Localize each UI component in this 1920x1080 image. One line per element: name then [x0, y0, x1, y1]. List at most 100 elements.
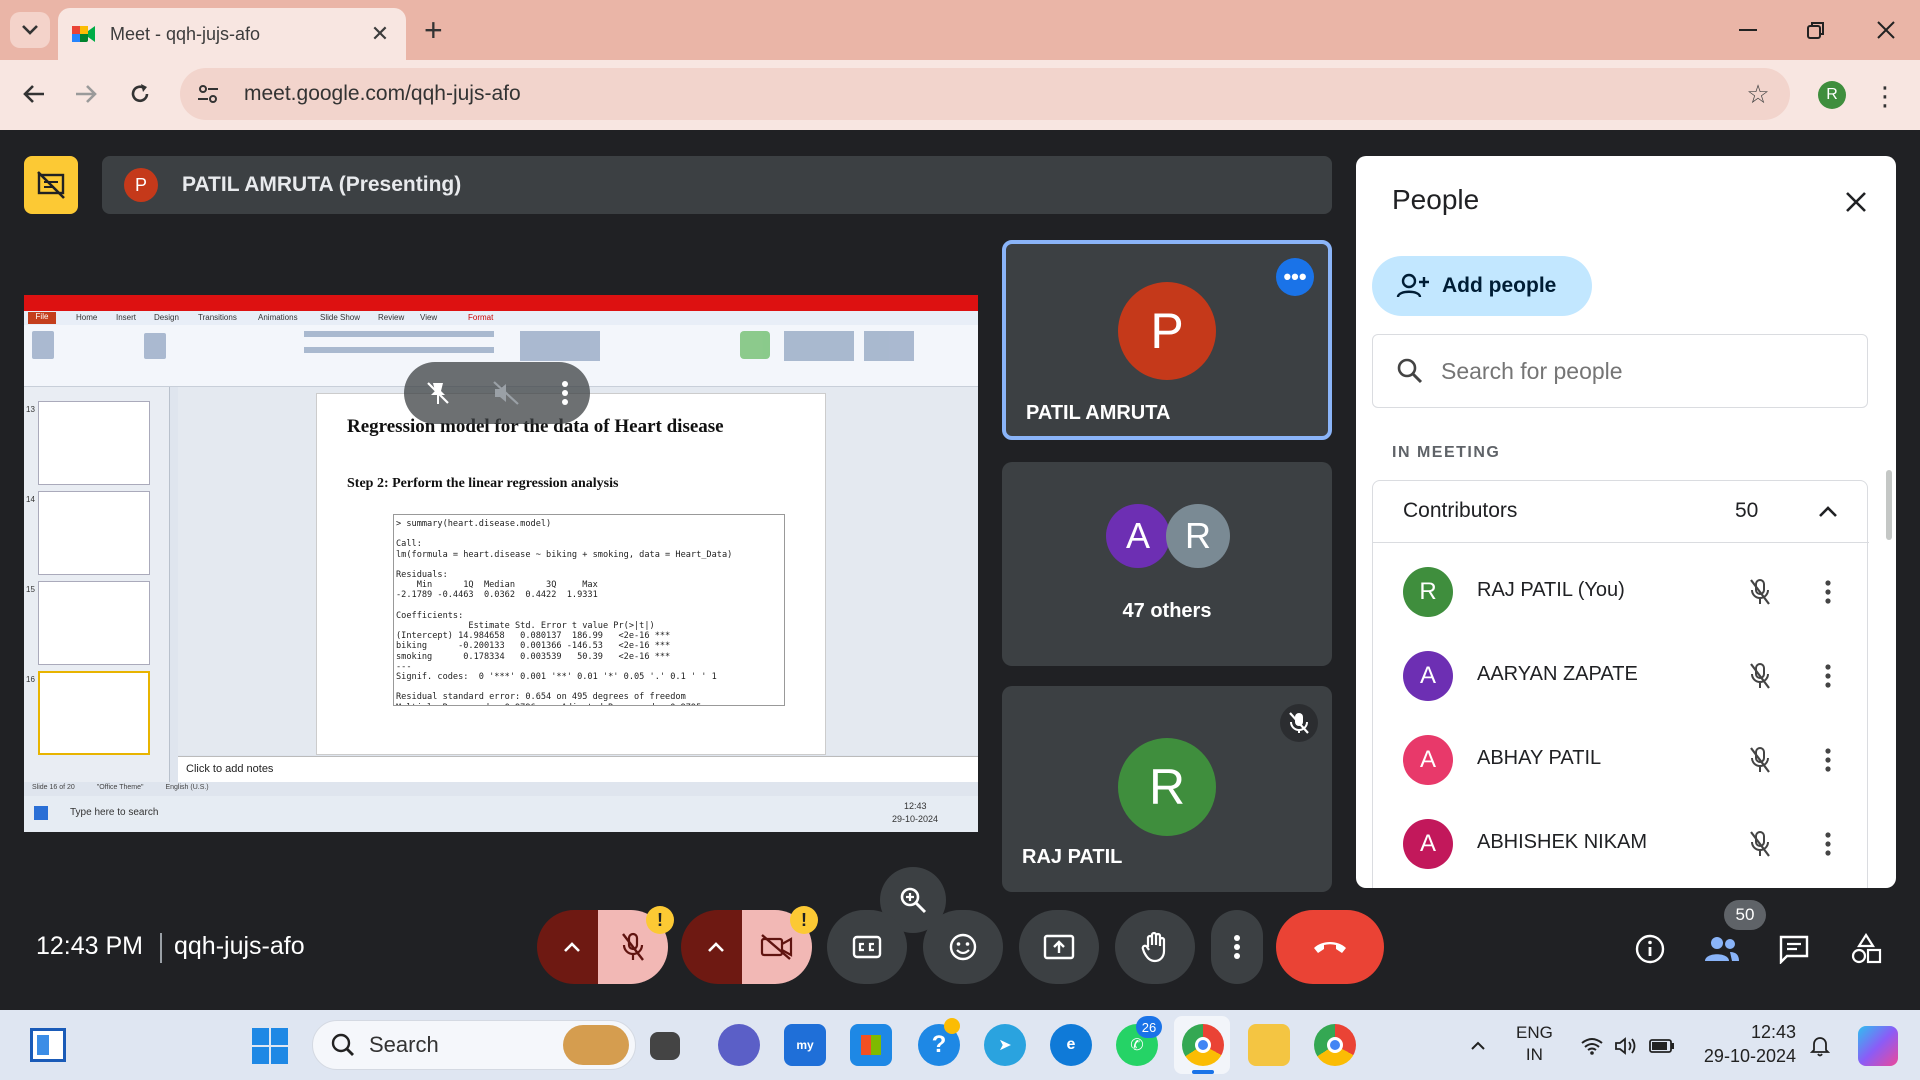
widgets-icon[interactable]	[30, 1028, 66, 1062]
camera-warning-icon: !	[790, 906, 818, 934]
mic-warning-icon: !	[646, 906, 674, 934]
chevron-up-icon[interactable]	[1811, 495, 1845, 529]
wifi-icon[interactable]	[1578, 1032, 1606, 1060]
more-vert-icon[interactable]	[1811, 657, 1845, 695]
activities-button[interactable]	[1842, 925, 1890, 973]
participant-tile-presenter[interactable]: P ••• PATIL AMRUTA	[1002, 240, 1332, 440]
notifications-bell-icon[interactable]	[1806, 1032, 1834, 1060]
file-explorer-icon[interactable]	[1248, 1024, 1290, 1066]
raise-hand-button[interactable]	[1115, 910, 1195, 984]
add-people-label: Add people	[1442, 274, 1557, 297]
add-people-button[interactable]: Add people	[1372, 256, 1592, 316]
audio-options-button[interactable]	[537, 910, 607, 984]
taskbar-search[interactable]: Search	[312, 1020, 636, 1070]
mic-off-icon	[1741, 825, 1779, 863]
participant-list-name: AARYAN ZAPATE	[1477, 663, 1638, 685]
others-count-label: 47 others	[1122, 600, 1212, 622]
pin-off-icon[interactable]	[425, 380, 451, 406]
slide-thumbnail-selected[interactable]	[38, 671, 150, 755]
more-vert-icon[interactable]	[1811, 573, 1845, 611]
browser-profile-avatar[interactable]: R	[1818, 81, 1846, 109]
windows-start-icon[interactable]	[250, 1026, 290, 1066]
more-vert-icon[interactable]	[1811, 825, 1845, 863]
browser-menu-icon[interactable]: ⋮	[1870, 78, 1900, 114]
present-to-all-icon	[1043, 934, 1075, 960]
participant-list-item[interactable]: A AARYAN ZAPATE	[1373, 633, 1869, 717]
teams-chat-icon[interactable]	[718, 1024, 760, 1066]
volume-off-icon[interactable]	[492, 380, 520, 406]
shared-clock-time: 12:43	[904, 801, 927, 811]
participant-count-badge: 50	[1724, 900, 1766, 930]
participant-tile-self[interactable]: R RAJ PATIL	[1002, 686, 1332, 892]
copilot-icon[interactable]	[1858, 1026, 1898, 1066]
tab-close-icon[interactable]: ✕	[368, 21, 392, 47]
participant-list-item[interactable]: A ABHAY PATIL	[1373, 717, 1869, 801]
meeting-details-button[interactable]	[1626, 925, 1674, 973]
participant-tile-others[interactable]: A R 47 others	[1002, 462, 1332, 666]
captions-button[interactable]	[827, 910, 907, 984]
site-info-button[interactable]	[188, 74, 228, 114]
stop-presenting-button[interactable]	[24, 156, 78, 214]
ppt-workspace: 13 14 15 16 Regression model for the dat…	[24, 387, 978, 782]
slide-thumbnail-pane: 13 14 15 16	[24, 387, 170, 782]
shared-clock-date: 29-10-2024	[892, 814, 939, 824]
ppt-tab-design: Design	[154, 313, 179, 322]
slide-counter: Slide 16 of 20	[32, 784, 75, 791]
chrome-icon[interactable]	[1182, 1024, 1224, 1066]
chrome-profile-icon[interactable]	[1314, 1024, 1356, 1066]
search-people-field[interactable]	[1372, 334, 1868, 408]
contributors-header[interactable]: Contributors 50	[1373, 481, 1869, 543]
chevron-up-icon	[1471, 1041, 1485, 1050]
slide-thumbnail[interactable]	[38, 491, 150, 575]
more-vert-icon[interactable]	[561, 380, 569, 406]
telegram-icon[interactable]: ➤	[984, 1024, 1026, 1066]
back-button[interactable]	[14, 74, 54, 114]
more-vert-icon[interactable]	[1811, 741, 1845, 779]
info-icon	[1635, 934, 1665, 964]
browser-tab-meet[interactable]: Meet - qqh-jujs-afo ✕	[58, 8, 406, 60]
chat-button[interactable]	[1770, 925, 1818, 973]
address-bar[interactable]: meet.google.com/qqh-jujs-afo ☆	[180, 68, 1790, 120]
close-window-button[interactable]	[1866, 10, 1906, 50]
mic-off-icon	[1289, 712, 1309, 734]
slide-thumbnail[interactable]	[38, 401, 150, 485]
tile-more-options-button[interactable]: •••	[1276, 258, 1314, 296]
show-hidden-icons-button[interactable]	[1464, 1032, 1492, 1060]
close-people-panel-button[interactable]	[1836, 182, 1876, 222]
microsoft-store-icon[interactable]	[850, 1024, 892, 1066]
volume-icon[interactable]	[1612, 1032, 1640, 1060]
reactions-button[interactable]	[923, 910, 1003, 984]
bookmark-star-icon[interactable]: ☆	[1738, 79, 1778, 110]
tab-search-button[interactable]	[10, 12, 50, 48]
more-vert-icon	[1234, 935, 1240, 959]
participant-list-item[interactable]: R RAJ PATIL (You)	[1373, 549, 1869, 633]
people-icon	[1705, 937, 1739, 961]
myhp-icon[interactable]: my	[784, 1024, 826, 1066]
url-text: meet.google.com/qqh-jujs-afo	[244, 82, 521, 105]
search-people-input[interactable]	[1441, 357, 1841, 385]
restore-button[interactable]	[1796, 10, 1836, 50]
minimize-icon	[1739, 29, 1757, 31]
meeting-clock: 12:43 PM	[36, 932, 144, 960]
present-now-button[interactable]	[1019, 910, 1099, 984]
slide-step-text: Step 2: Perform the linear regression an…	[347, 476, 619, 491]
leave-call-button[interactable]	[1276, 910, 1384, 984]
video-options-button[interactable]	[681, 910, 751, 984]
close-icon	[1877, 21, 1895, 39]
minimize-button[interactable]	[1728, 10, 1768, 50]
battery-icon[interactable]	[1648, 1032, 1676, 1060]
system-clock[interactable]: 12:43 29-10-2024	[1700, 1020, 1796, 1068]
edge-icon[interactable]: e	[1050, 1024, 1092, 1066]
participant-list-name: RAJ PATIL (You)	[1477, 579, 1625, 601]
people-panel-scrollbar[interactable]	[1886, 470, 1892, 540]
forward-button[interactable]	[66, 74, 106, 114]
slide-thumbnail[interactable]	[38, 581, 150, 665]
language-indicator[interactable]: ENG IN	[1516, 1022, 1553, 1066]
more-options-button[interactable]	[1211, 910, 1263, 984]
task-view-icon[interactable]	[650, 1032, 680, 1060]
new-tab-button[interactable]: +	[424, 12, 443, 48]
show-everyone-button[interactable]	[1698, 925, 1746, 973]
participant-list-item[interactable]: A ABHISHEK NIKAM	[1373, 801, 1869, 885]
presenter-banner-text: PATIL AMRUTA (Presenting)	[182, 173, 462, 196]
reload-button[interactable]	[120, 74, 160, 114]
